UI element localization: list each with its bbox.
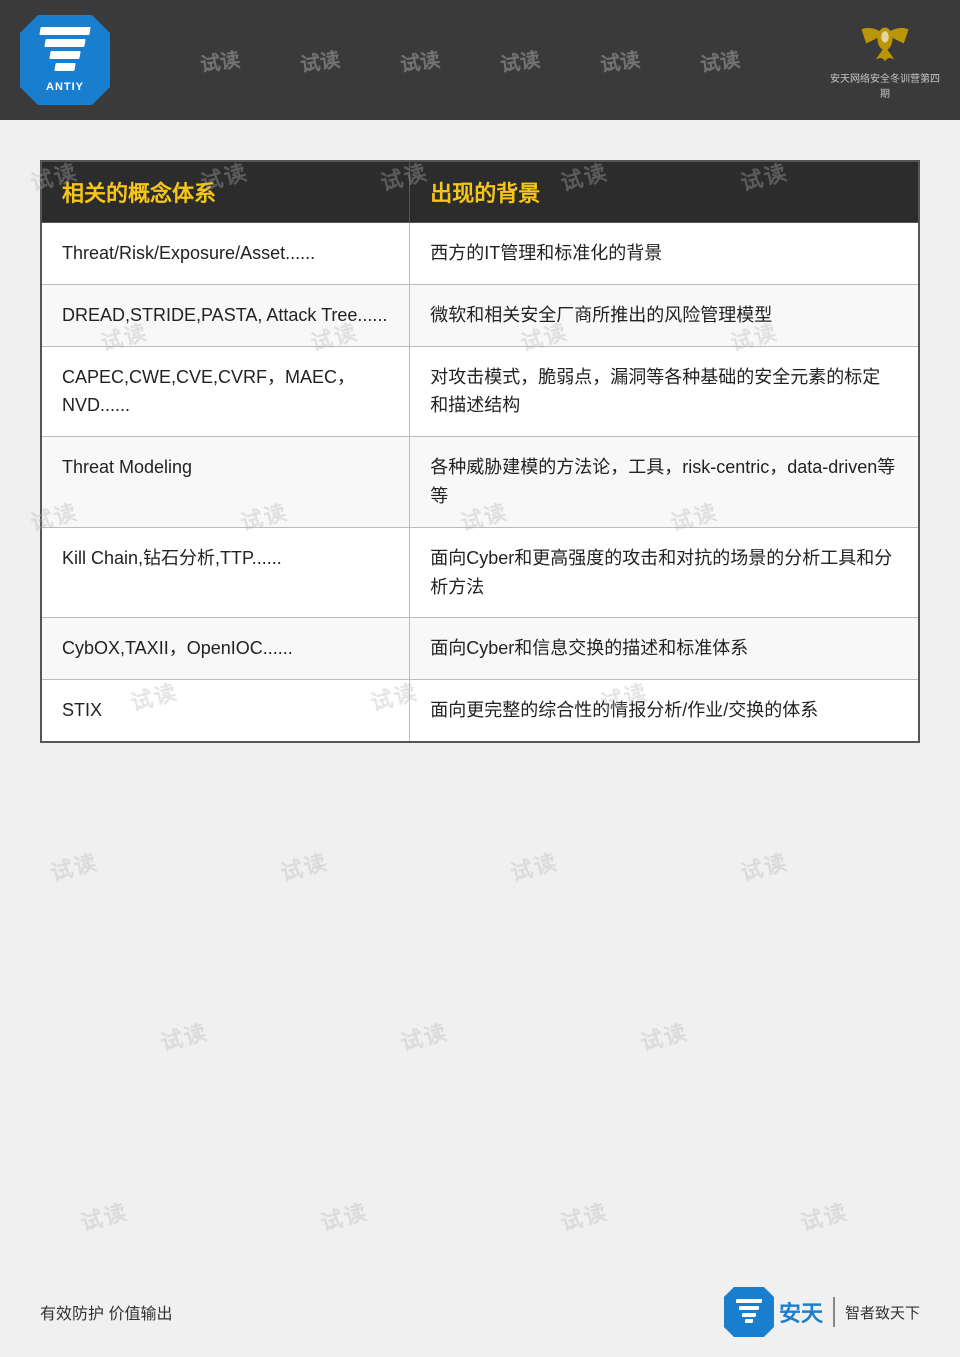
- eagle-icon: [850, 20, 920, 67]
- header-right-text: 安天网络安全冬训营第四期: [830, 70, 940, 100]
- logo-stripe-2: [44, 39, 85, 47]
- table-row: DREAD,STRIDE,PASTA, Attack Tree......微软和…: [41, 284, 919, 346]
- header-wm-2: 试读: [298, 43, 342, 77]
- footer-divider: [833, 1297, 835, 1327]
- watermark: 试读: [797, 1194, 852, 1237]
- header-wm-1: 试读: [198, 43, 242, 77]
- footer-right: 安天 智者致天下: [724, 1287, 920, 1337]
- footer-logo-stripes: [734, 1299, 764, 1325]
- watermark: 试读: [47, 844, 102, 887]
- antiy-logo: ANTIY: [20, 15, 110, 105]
- table-cell-left: CAPEC,CWE,CVE,CVRF，MAEC，NVD......: [41, 346, 410, 437]
- col1-header: 相关的概念体系: [41, 161, 410, 223]
- table-cell-left: CybOX,TAXII，OpenIOC......: [41, 618, 410, 680]
- watermark: 试读: [737, 844, 792, 887]
- table-cell-right: 面向Cyber和信息交换的描述和标准体系: [410, 618, 919, 680]
- footer-brand: 安天: [779, 1296, 823, 1328]
- table-cell-left: STIX: [41, 680, 410, 742]
- footer-left-text: 有效防护 价值输出: [40, 1300, 172, 1324]
- logo-stripe-4: [54, 63, 75, 71]
- footer: 有效防护 价值输出 安天 智者致天下: [40, 1287, 920, 1337]
- table-cell-left: Kill Chain,钻石分析,TTP......: [41, 527, 410, 618]
- main-table: 相关的概念体系 出现的背景 Threat/Risk/Exposure/Asset…: [40, 160, 920, 743]
- main-content: 相关的概念体系 出现的背景 Threat/Risk/Exposure/Asset…: [0, 120, 960, 773]
- header-wm-4: 试读: [498, 43, 542, 77]
- footer-tag: 智者致天下: [845, 1302, 920, 1323]
- footer-logo-stripe-2: [739, 1306, 760, 1310]
- table-cell-left: Threat/Risk/Exposure/Asset......: [41, 223, 410, 285]
- table-cell-right: 面向Cyber和更高强度的攻击和对抗的场景的分析工具和分析方法: [410, 527, 919, 618]
- logo-stripes: [35, 27, 95, 77]
- footer-logo-stripe-4: [745, 1319, 754, 1323]
- watermark: 试读: [277, 844, 332, 887]
- header-wm-5: 试读: [598, 43, 642, 77]
- table-row: CybOX,TAXII，OpenIOC......面向Cyber和信息交换的描述…: [41, 618, 919, 680]
- logo-stripe-1: [39, 27, 90, 35]
- logo-label: ANTIY: [46, 81, 84, 93]
- table-cell-right: 对攻击模式，脆弱点，漏洞等各种基础的安全元素的标定和描述结构: [410, 346, 919, 437]
- table-row: Threat Modeling各种威胁建模的方法论，工具，risk-centri…: [41, 437, 919, 528]
- table-cell-left: DREAD,STRIDE,PASTA, Attack Tree......: [41, 284, 410, 346]
- watermark: 试读: [507, 844, 562, 887]
- table-row: STIX面向更完整的综合性的情报分析/作业/交换的体系: [41, 680, 919, 742]
- watermark: 试读: [77, 1194, 132, 1237]
- header-wm-6: 试读: [698, 43, 742, 77]
- watermark: 试读: [317, 1194, 372, 1237]
- table-cell-right: 微软和相关安全厂商所推出的风险管理模型: [410, 284, 919, 346]
- watermark: 试读: [157, 1014, 212, 1057]
- header: ANTIY 试读 试读 试读 试读 试读 试读 安天网络安全冬训营第四期: [0, 0, 960, 120]
- table-cell-left: Threat Modeling: [41, 437, 410, 528]
- header-wm-3: 试读: [398, 43, 442, 77]
- logo-stripe-3: [49, 51, 80, 59]
- table-row: Threat/Risk/Exposure/Asset......西方的IT管理和…: [41, 223, 919, 285]
- watermark: 试读: [557, 1194, 612, 1237]
- table-cell-right: 各种威胁建模的方法论，工具，risk-centric，data-driven等等: [410, 437, 919, 528]
- col2-header: 出现的背景: [410, 161, 919, 223]
- watermark: 试读: [637, 1014, 692, 1057]
- table-row: Kill Chain,钻石分析,TTP......面向Cyber和更高强度的攻击…: [41, 527, 919, 618]
- footer-logo-stripe-3: [742, 1313, 757, 1317]
- watermark: 试读: [397, 1014, 452, 1057]
- table-cell-right: 西方的IT管理和标准化的背景: [410, 223, 919, 285]
- table-cell-right: 面向更完整的综合性的情报分析/作业/交换的体系: [410, 680, 919, 742]
- header-watermarks: 试读 试读 试读 试读 试读 试读: [110, 46, 830, 75]
- footer-logo-stripe-1: [736, 1299, 763, 1303]
- footer-logo-icon: [724, 1287, 774, 1337]
- table-row: CAPEC,CWE,CVE,CVRF，MAEC，NVD......对攻击模式，脆…: [41, 346, 919, 437]
- header-right-logo: 安天网络安全冬训营第四期: [830, 20, 940, 100]
